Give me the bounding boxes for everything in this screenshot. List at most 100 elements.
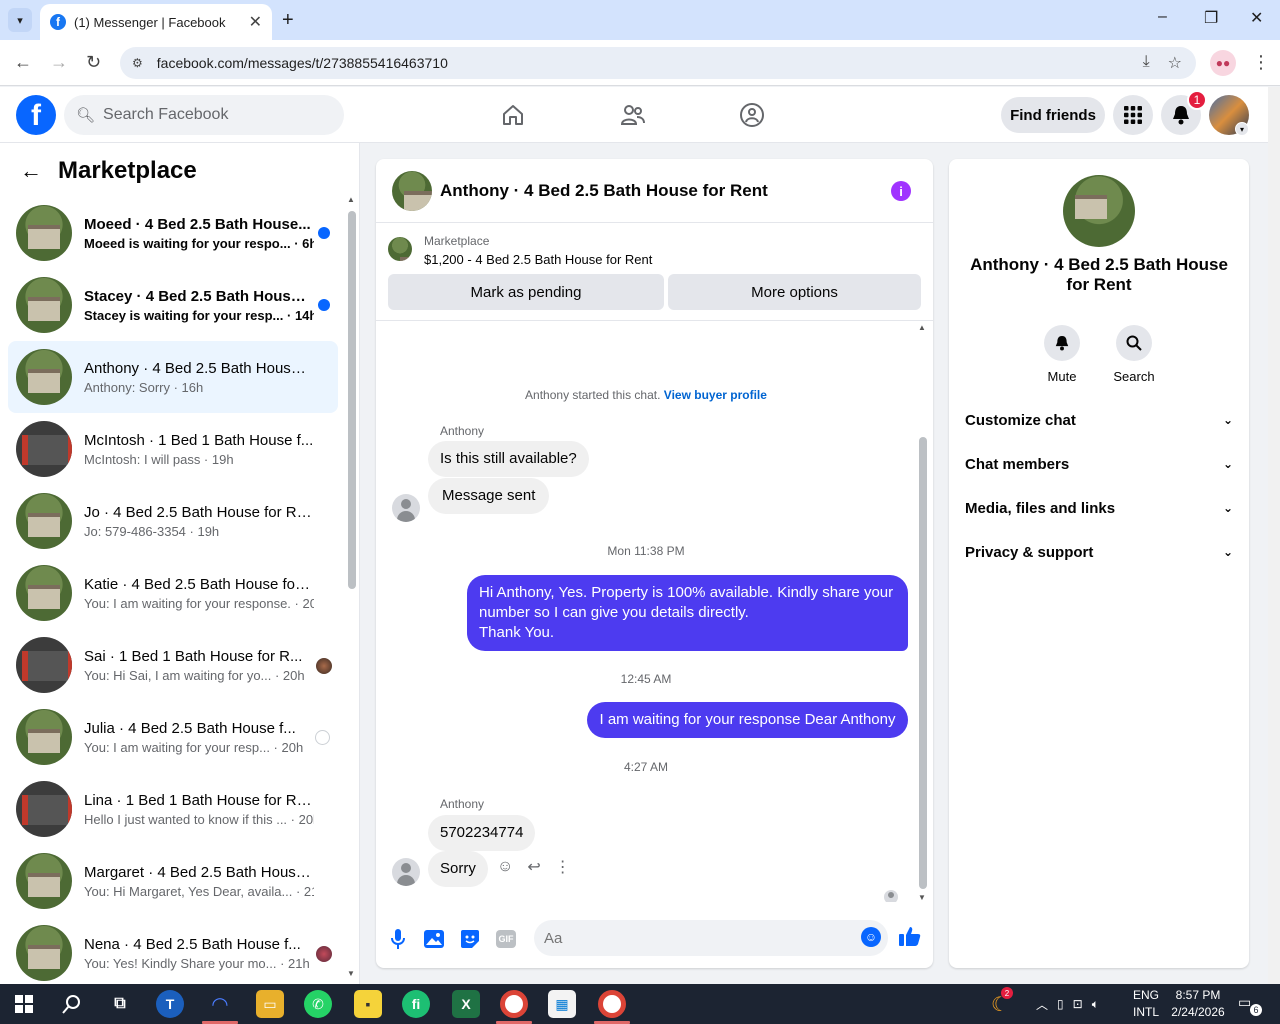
minimize-button[interactable]: –	[1158, 8, 1167, 26]
chat-scroll-thumb[interactable]	[919, 437, 927, 889]
conversation-item[interactable]: Julia · 4 Bed 2.5 Bath House f... You: I …	[8, 701, 338, 773]
friends-icon[interactable]	[619, 101, 647, 129]
groups-icon[interactable]	[738, 101, 766, 129]
incoming-message[interactable]: Message sent	[428, 478, 550, 514]
excel-icon[interactable]: X	[452, 990, 480, 1018]
search-in-chat-button[interactable]: Search	[1104, 325, 1164, 384]
install-app-icon[interactable]: ⤓	[1143, 53, 1150, 73]
scroll-down-icon[interactable]: ▼	[347, 969, 355, 978]
back-arrow-icon[interactable]: ←	[20, 158, 42, 184]
incoming-message[interactable]: 5702234774	[428, 815, 536, 851]
tab-search-chevron-icon[interactable]: ▾	[8, 8, 32, 32]
bookmark-star-icon[interactable]: ☆	[1168, 53, 1182, 73]
sender-avatar[interactable]	[392, 858, 420, 886]
browser-menu-icon[interactable]: ⋮	[1252, 52, 1270, 73]
maximize-button[interactable]: ❐	[1204, 8, 1218, 28]
chat-title[interactable]: Anthony · 4 Bed 2.5 Bath House for Rent	[440, 181, 768, 201]
chrome-profile-icon[interactable]	[598, 990, 626, 1018]
reload-icon[interactable]: ↻	[86, 52, 101, 73]
like-thumbs-up-icon[interactable]	[899, 925, 921, 953]
more-options-button[interactable]: More options	[668, 274, 921, 310]
chrome-icon[interactable]	[500, 990, 528, 1018]
privacy-support-row[interactable]: Privacy & support ⌄	[965, 530, 1233, 574]
page-scrollbar[interactable]	[1268, 87, 1280, 984]
listing-thumbnail[interactable]	[388, 237, 412, 261]
new-tab-button[interactable]: +	[282, 8, 294, 32]
conversation-item[interactable]: Stacey · 4 Bed 2.5 Bath House ... Stacey …	[8, 269, 338, 341]
conversation-item[interactable]: Moeed · 4 Bed 2.5 Bath House... Moeed is …	[8, 197, 338, 269]
tab-close-icon[interactable]: ✕	[249, 12, 262, 32]
mute-button[interactable]: Mute	[1032, 325, 1092, 384]
menu-grid-icon[interactable]	[1113, 95, 1153, 135]
language-indicator[interactable]: ENG INTL	[1133, 987, 1159, 1021]
message-input[interactable]	[534, 920, 888, 956]
conversation-item[interactable]: Margaret · 4 Bed 2.5 Bath House... You: H…	[8, 845, 338, 917]
search-icon[interactable]	[58, 990, 86, 1018]
react-emoji-icon[interactable]: ☺	[497, 858, 513, 876]
chat-scrollbar[interactable]: ▲ ▼	[918, 323, 928, 902]
mark-as-pending-button[interactable]: Mark as pending	[388, 274, 664, 310]
microsoft-store-icon[interactable]: ▦	[548, 990, 576, 1018]
windows-start-icon[interactable]	[10, 990, 38, 1018]
incoming-message[interactable]: Sorry	[428, 851, 488, 887]
address-bar[interactable]: ⚙ facebook.com/messages/t/27388554164637…	[120, 47, 1196, 79]
conversation-item[interactable]: Jo · 4 Bed 2.5 Bath House for Rent Jo: 57…	[8, 485, 338, 557]
outgoing-message[interactable]: Hi Anthony, Yes. Property is 100% availa…	[467, 575, 908, 651]
conversation-item[interactable]: Lina · 1 Bed 1 Bath House for Rent Hello …	[8, 773, 338, 845]
clock[interactable]: 8:57 PM 2/24/2026	[1160, 987, 1236, 1021]
view-buyer-profile-link[interactable]: View buyer profile	[664, 388, 767, 402]
facebook-logo-icon[interactable]: f	[16, 95, 56, 135]
chat-avatar[interactable]	[392, 170, 432, 211]
media-files-links-row[interactable]: Media, files and links ⌄	[965, 486, 1233, 530]
home-icon[interactable]	[499, 101, 527, 129]
info-icon[interactable]: i	[891, 181, 911, 201]
task-view-icon[interactable]: ⧉	[106, 990, 134, 1018]
account-caret-icon[interactable]: ▾	[1235, 122, 1249, 136]
sticker-icon[interactable]	[459, 928, 481, 950]
customize-chat-row[interactable]: Customize chat ⌄	[965, 398, 1233, 442]
conversation-item[interactable]: Katie · 4 Bed 2.5 Bath House for ... You:…	[8, 557, 338, 629]
sender-avatar[interactable]	[392, 494, 420, 522]
sidebar-scroll-thumb[interactable]	[348, 211, 356, 589]
incoming-message[interactable]: Is this still available?	[428, 441, 589, 477]
seen-avatar	[316, 946, 332, 962]
file-explorer-icon[interactable]: ▭	[256, 990, 284, 1018]
facebook-search-input[interactable]: 🔍︎ Search Facebook	[64, 95, 344, 135]
whatsapp-icon[interactable]: ✆	[304, 990, 332, 1018]
chat-members-row[interactable]: Chat members ⌄	[965, 442, 1233, 486]
scroll-up-icon[interactable]: ▲	[918, 323, 926, 332]
listing-thumbnail	[16, 349, 72, 405]
browser-profile-icon[interactable]: ●●	[1210, 50, 1236, 76]
fiverr-icon[interactable]: fi	[402, 990, 430, 1018]
outgoing-message[interactable]: I am waiting for your response Dear Anth…	[587, 702, 908, 738]
tray-chevron-icon[interactable]: ︿	[1036, 996, 1048, 1013]
conversation-item[interactable]: McIntosh · 1 Bed 1 Bath House f... McInto…	[8, 413, 338, 485]
app-t-icon[interactable]: T	[156, 990, 184, 1018]
site-info-icon[interactable]: ⚙	[132, 56, 143, 70]
close-window-button[interactable]: ✕	[1250, 8, 1263, 28]
microphone-icon[interactable]	[387, 928, 409, 950]
photo-icon[interactable]	[423, 928, 445, 950]
scroll-up-icon[interactable]: ▲	[347, 195, 355, 204]
conversation-item[interactable]: Nena · 4 Bed 2.5 Bath House f... You: Yes…	[8, 917, 338, 989]
conversation-item[interactable]: Anthony · 4 Bed 2.5 Bath House ... Anthon…	[8, 341, 338, 413]
emoji-icon[interactable]: ☺	[861, 927, 881, 947]
scroll-down-icon[interactable]: ▼	[918, 893, 926, 902]
network-icon[interactable]: ⊡	[1073, 997, 1083, 1011]
listing-title[interactable]: $1,200 - 4 Bed 2.5 Bath House for Rent	[424, 252, 652, 267]
more-actions-icon[interactable]: ⋮	[555, 857, 571, 877]
gif-icon[interactable]: GIF	[496, 930, 516, 948]
tray-device-icon[interactable]: ▯	[1057, 997, 1064, 1011]
volume-icon[interactable]: 🔈︎	[1092, 997, 1099, 1012]
browser-tab[interactable]: f (1) Messenger | Facebook ✕	[40, 4, 272, 40]
back-arrow-icon[interactable]: ←	[14, 52, 32, 73]
info-avatar[interactable]	[1063, 175, 1135, 247]
reply-icon[interactable]: ↩	[527, 857, 540, 877]
conversation-item[interactable]: Sai · 1 Bed 1 Bath House for R... You: Hi…	[8, 629, 338, 701]
listing-thumbnail	[16, 925, 72, 981]
sidebar-scrollbar[interactable]: ▲ ▼	[347, 195, 357, 985]
app-arc-icon[interactable]: ◠	[206, 990, 234, 1018]
sticky-notes-icon[interactable]: ▪	[354, 990, 382, 1018]
find-friends-button[interactable]: Find friends	[1001, 97, 1105, 133]
forward-arrow-icon[interactable]: →	[50, 52, 68, 73]
